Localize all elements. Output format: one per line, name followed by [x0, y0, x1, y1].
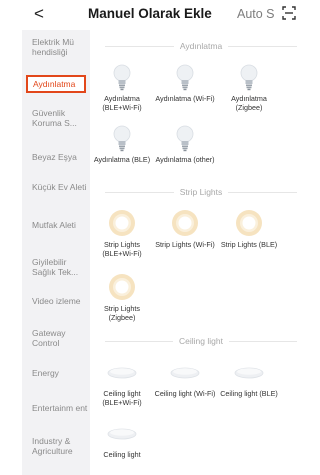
- device-label: Strip Lights (Wi-Fi): [155, 240, 215, 249]
- device-ceiling-ble[interactable]: Ceiling light (BLE): [217, 357, 281, 399]
- section-title-aydinlatma: Aydınlatma: [105, 40, 297, 52]
- device-label: Strip Lights (Zigbee): [104, 304, 140, 322]
- sidebar-item-guvenlik[interactable]: Güvenlik Koruma S...: [22, 108, 90, 128]
- bulb-icon: [113, 64, 131, 91]
- sidebar-item-gateway[interactable]: Gateway Control: [22, 328, 90, 348]
- sidebar-item-video[interactable]: Video izleme: [22, 296, 90, 306]
- strip-light-icon: [109, 274, 135, 300]
- ceiling-light-icon: [170, 367, 200, 379]
- sidebar-item-entertainment[interactable]: Entertainm ent: [22, 403, 90, 413]
- sidebar-item-industry[interactable]: Industry & Agriculture: [22, 436, 90, 456]
- bulb-icon: [176, 64, 194, 91]
- device-aydinlatma-other[interactable]: Aydınlatma (other): [153, 123, 217, 165]
- device-aydinlatma-ble-wifi[interactable]: Aydınlatma (BLE+Wi-Fi): [90, 62, 154, 112]
- sidebar-item-mutfak[interactable]: Mutfak Aleti: [22, 220, 90, 230]
- ceiling-light-icon: [107, 367, 137, 379]
- device-strip-wifi[interactable]: Strip Lights (Wi-Fi): [153, 208, 217, 250]
- device-label: Aydınlatma (Zigbee): [231, 94, 267, 112]
- bulb-icon: [176, 125, 194, 152]
- device-aydinlatma-zigbee[interactable]: Aydınlatma (Zigbee): [217, 62, 281, 112]
- device-label: Aydınlatma (BLE+Wi-Fi): [102, 94, 142, 112]
- auto-scan-tab[interactable]: Auto S: [237, 7, 275, 21]
- section-title-ceiling-light: Ceiling light: [105, 335, 297, 347]
- sidebar-item-beyaz-esya[interactable]: Beyaz Eşya: [22, 152, 90, 162]
- scan-icon[interactable]: [282, 6, 296, 20]
- top-bar: < Manuel Olarak Ekle Auto S: [0, 0, 307, 30]
- device-strip-ble[interactable]: Strip Lights (BLE): [217, 208, 281, 250]
- page-title: Manuel Olarak Ekle: [88, 6, 212, 21]
- strip-light-icon: [236, 210, 262, 236]
- device-strip-zigbee[interactable]: Strip Lights (Zigbee): [90, 272, 154, 322]
- device-label: Aydınlatma (BLE): [93, 155, 151, 164]
- sidebar-item-kucuk-ev[interactable]: Küçük Ev Aleti: [22, 182, 90, 192]
- device-label: Aydınlatma (other): [155, 155, 215, 164]
- sidebar-item-giyilebilir[interactable]: Giyilebilir Sağlık Tek...: [22, 257, 90, 277]
- device-aydinlatma-wifi[interactable]: Aydınlatma (Wi-Fi): [153, 62, 217, 104]
- device-label: Ceiling light (BLE): [220, 389, 278, 398]
- bulb-icon: [240, 64, 258, 91]
- device-aydinlatma-ble[interactable]: Aydınlatma (BLE): [90, 123, 154, 165]
- device-label: Strip Lights (BLE): [220, 240, 278, 249]
- device-strip-ble-wifi[interactable]: Strip Lights (BLE+Wi-Fi): [90, 208, 154, 258]
- device-label: Aydınlatma (Wi-Fi): [155, 94, 215, 103]
- sidebar-item-elektrik[interactable]: Elektrik Mü hendisliği: [22, 37, 90, 57]
- sidebar-item-energy[interactable]: Energy: [22, 368, 90, 378]
- device-ceiling-ble-wifi[interactable]: Ceiling light (BLE+Wi-Fi): [90, 357, 154, 407]
- device-label: Ceiling light: [103, 450, 141, 459]
- category-sidebar: Elektrik Mü hendisliği Aydınlatma Güvenl…: [22, 30, 90, 475]
- ceiling-light-icon: [234, 367, 264, 379]
- strip-light-icon: [109, 210, 135, 236]
- device-label: Strip Lights (BLE+Wi-Fi): [102, 240, 142, 258]
- device-ceiling-other[interactable]: Ceiling light: [90, 418, 154, 460]
- back-button[interactable]: <: [34, 5, 48, 23]
- bulb-icon: [113, 125, 131, 152]
- strip-light-icon: [172, 210, 198, 236]
- ceiling-light-icon: [107, 428, 137, 440]
- sidebar-item-aydinlatma[interactable]: Aydınlatma: [26, 75, 86, 93]
- device-label: Ceiling light (Wi-Fi): [154, 389, 216, 398]
- section-title-strip-lights: Strip Lights: [105, 186, 297, 198]
- device-ceiling-wifi[interactable]: Ceiling light (Wi-Fi): [153, 357, 217, 399]
- device-label: Ceiling light (BLE+Wi-Fi): [102, 389, 142, 407]
